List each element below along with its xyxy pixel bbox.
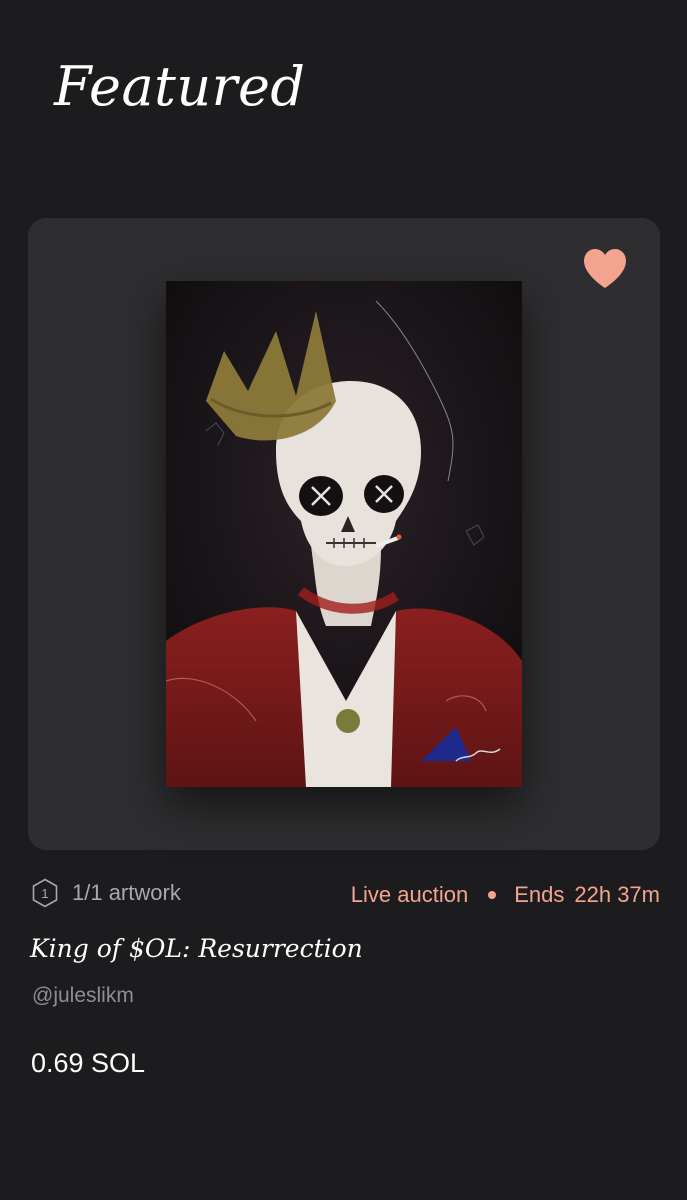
- edition-info: 1 1/1 artwork: [32, 878, 181, 908]
- current-price: 0.69 SOL: [31, 1048, 146, 1078]
- status-separator-dot: [488, 891, 497, 899]
- edition-count: 1: [41, 886, 48, 901]
- auction-status-label: Live auction: [350, 882, 469, 907]
- ends-label: Ends: [514, 882, 565, 907]
- ends-countdown: 22h 37m: [574, 882, 660, 907]
- artist-handle-link[interactable]: @juleslikm: [32, 984, 134, 1008]
- artwork-title[interactable]: King of $OL: Resurrection: [30, 930, 363, 968]
- artwork-image[interactable]: [166, 281, 522, 787]
- featured-card[interactable]: [28, 218, 660, 850]
- section-title: Featured: [54, 55, 306, 118]
- artwork-meta-row: 1 1/1 artwork Live auction Ends 22h 37m: [32, 878, 660, 912]
- auction-status: Live auction Ends 22h 37m: [351, 878, 660, 912]
- edition-badge-icon: 1: [32, 878, 58, 908]
- favorite-heart-icon[interactable]: [582, 248, 628, 290]
- edition-label: 1/1 artwork: [72, 880, 181, 905]
